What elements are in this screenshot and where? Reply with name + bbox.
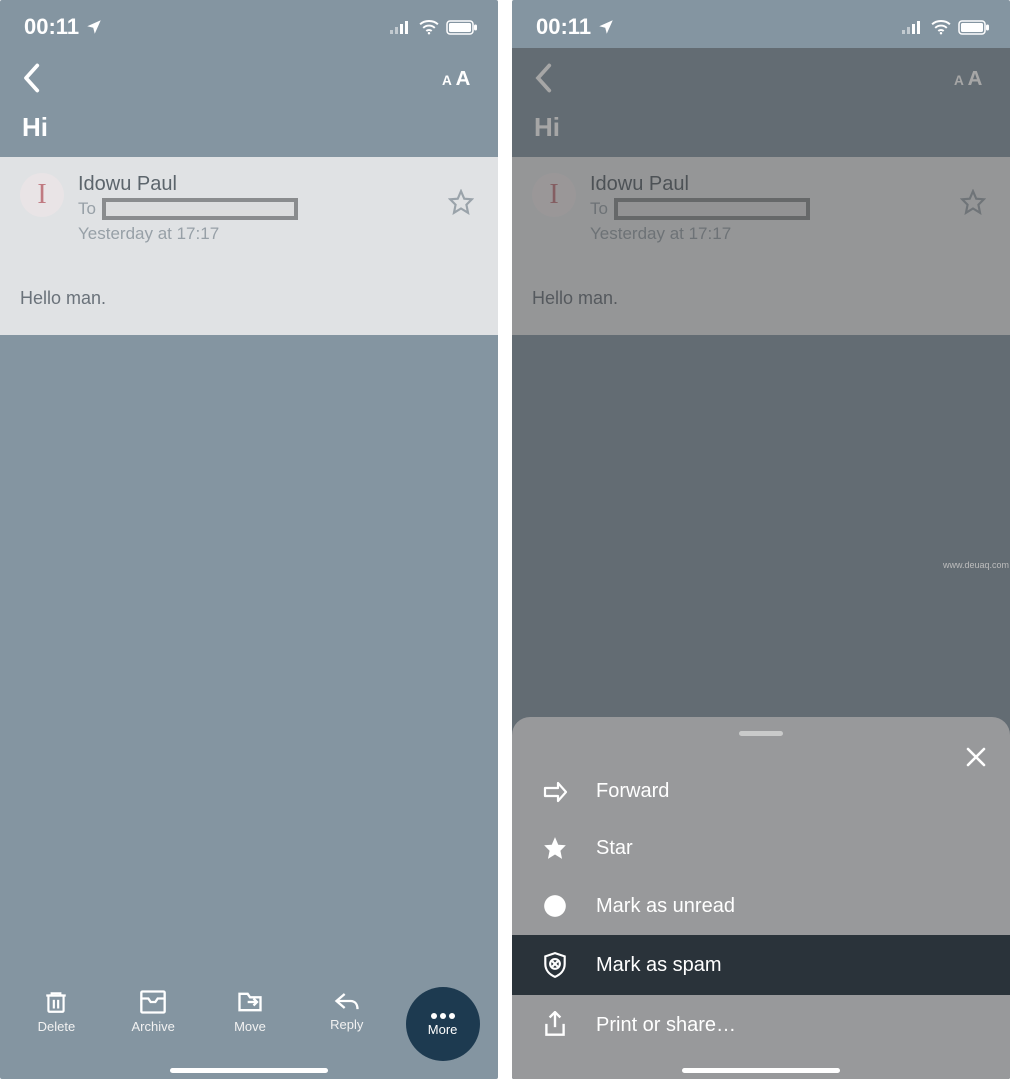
reply-icon [333,989,361,1013]
forward-icon [542,781,568,803]
status-time: 00:11 [24,14,79,40]
delete-button[interactable]: Delete [18,989,94,1034]
battery-icon [446,20,478,35]
message-card: I Idowu Paul To Yesterday at 17:17 Hello… [0,157,498,335]
print-share-label: Print or share… [596,1014,736,1037]
sender-name[interactable]: Idowu Paul [78,173,434,196]
reply-button[interactable]: Reply [309,989,385,1032]
location-icon [597,18,615,36]
close-icon [964,745,988,769]
signal-icon [390,20,412,34]
back-icon[interactable] [22,63,40,93]
star-label: Star [596,837,633,860]
sheet-item-forward[interactable]: Forward [512,764,1010,819]
status-bar: 00:11 [512,0,1010,48]
battery-icon [958,20,990,35]
archive-label: Archive [132,1019,175,1034]
move-label: Move [234,1019,266,1034]
unread-icon [542,893,568,919]
star-icon [448,189,474,215]
forward-label: Forward [596,780,669,803]
left-phone: 00:11 AA Hi I Idowu Paul To Yesterday at… [0,0,498,1079]
signal-icon [902,20,924,34]
message-date: Yesterday at 17:17 [78,224,434,244]
more-label: More [428,1022,458,1037]
move-button[interactable]: Move [212,989,288,1034]
sender-avatar[interactable]: I [20,173,64,217]
location-icon [85,18,103,36]
spam-shield-icon [542,951,568,979]
delete-label: Delete [38,1019,76,1034]
sheet-grabber[interactable] [739,731,783,736]
mark-unread-label: Mark as unread [596,895,735,918]
star-button[interactable] [448,173,478,220]
mark-spam-label: Mark as spam [596,954,722,977]
message-body: Hello man. [20,288,478,309]
close-button[interactable] [964,745,988,774]
wifi-icon [418,19,440,35]
to-label: To [78,199,96,219]
home-indicator[interactable] [170,1068,328,1073]
archive-icon [139,989,167,1015]
watermark: www.deuaq.com [943,560,1009,573]
email-subject: Hi [0,98,498,157]
more-icon [430,1012,456,1020]
action-sheet: Forward Star Mark as unread Mark as spam… [512,717,1010,1079]
trash-icon [43,989,69,1015]
right-phone: 00:11 AA Hi I Idowu Paul To Yesterday at… [512,0,1010,1079]
svg-text:A: A [456,68,471,90]
sheet-item-star[interactable]: Star [512,819,1010,877]
status-bar: 00:11 [0,0,498,48]
sheet-item-mark-spam[interactable]: Mark as spam [512,935,1010,995]
nav-row: AA [0,48,498,98]
star-icon [542,835,568,861]
bottom-toolbar: Delete Archive Move Reply More [0,983,498,1079]
wifi-icon [930,19,952,35]
sheet-item-mark-unread[interactable]: Mark as unread [512,877,1010,935]
home-indicator[interactable] [682,1068,840,1073]
status-time: 00:11 [536,14,591,40]
text-size-icon[interactable]: AA [442,66,476,90]
archive-button[interactable]: Archive [115,989,191,1034]
sheet-item-print-share[interactable]: Print or share… [512,995,1010,1055]
reply-label: Reply [330,1017,363,1032]
svg-text:A: A [442,73,452,88]
share-icon [542,1011,568,1039]
more-button[interactable]: More [406,987,480,1061]
move-icon [236,989,264,1015]
recipient-redacted [102,198,298,220]
